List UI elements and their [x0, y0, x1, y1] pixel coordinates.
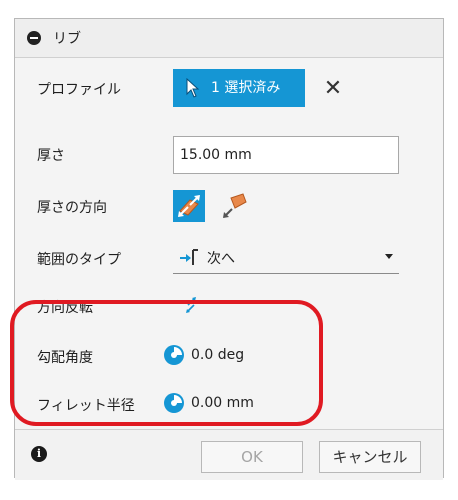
direction-one-side-icon: [223, 193, 247, 218]
dial-icon[interactable]: [163, 392, 185, 414]
direction-symmetric-icon: [178, 195, 200, 217]
direction-one-side-button[interactable]: [219, 190, 251, 222]
flip-icon[interactable]: [181, 295, 201, 315]
cancel-button[interactable]: キャンセル: [319, 441, 421, 473]
thickness-input[interactable]: 15.00 mm: [173, 136, 399, 174]
close-icon[interactable]: ✕: [323, 76, 343, 101]
fillet-radius-label: フィレット半径: [37, 398, 135, 414]
chevron-down-icon: [385, 254, 393, 259]
draft-angle-value[interactable]: 0.0 deg: [191, 347, 244, 363]
direction-symmetric-button[interactable]: [173, 190, 205, 222]
rib-dialog: リブ プロファイル 1 選択済み ✕ 厚さ 15.00 mm 厚さの方向 範囲の…: [14, 18, 444, 480]
fillet-radius-value[interactable]: 0.00 mm: [191, 395, 254, 411]
to-next-icon: [180, 249, 198, 265]
dialog-header[interactable]: リブ: [15, 19, 443, 58]
thickness-label: 厚さ: [37, 148, 65, 164]
profile-select-button[interactable]: 1 選択済み: [173, 69, 305, 107]
dial-icon[interactable]: [163, 344, 185, 366]
cursor-icon: [186, 78, 200, 98]
profile-select-label: 1 選択済み: [211, 80, 281, 96]
profile-label: プロファイル: [37, 82, 121, 98]
extent-type-dropdown[interactable]: 次へ: [173, 240, 399, 274]
dialog-title: リブ: [53, 31, 81, 47]
ok-button[interactable]: OK: [201, 441, 303, 473]
thickness-direction-label: 厚さの方向: [37, 200, 107, 216]
draft-angle-label: 勾配角度: [37, 350, 93, 366]
flip-direction-label: 方向反転: [37, 300, 93, 316]
dialog-footer: i OK キャンセル: [15, 429, 443, 480]
extent-type-value: 次へ: [207, 251, 235, 267]
extent-type-label: 範囲のタイプ: [37, 252, 121, 268]
collapse-icon[interactable]: [27, 31, 41, 45]
info-icon[interactable]: i: [31, 446, 47, 462]
